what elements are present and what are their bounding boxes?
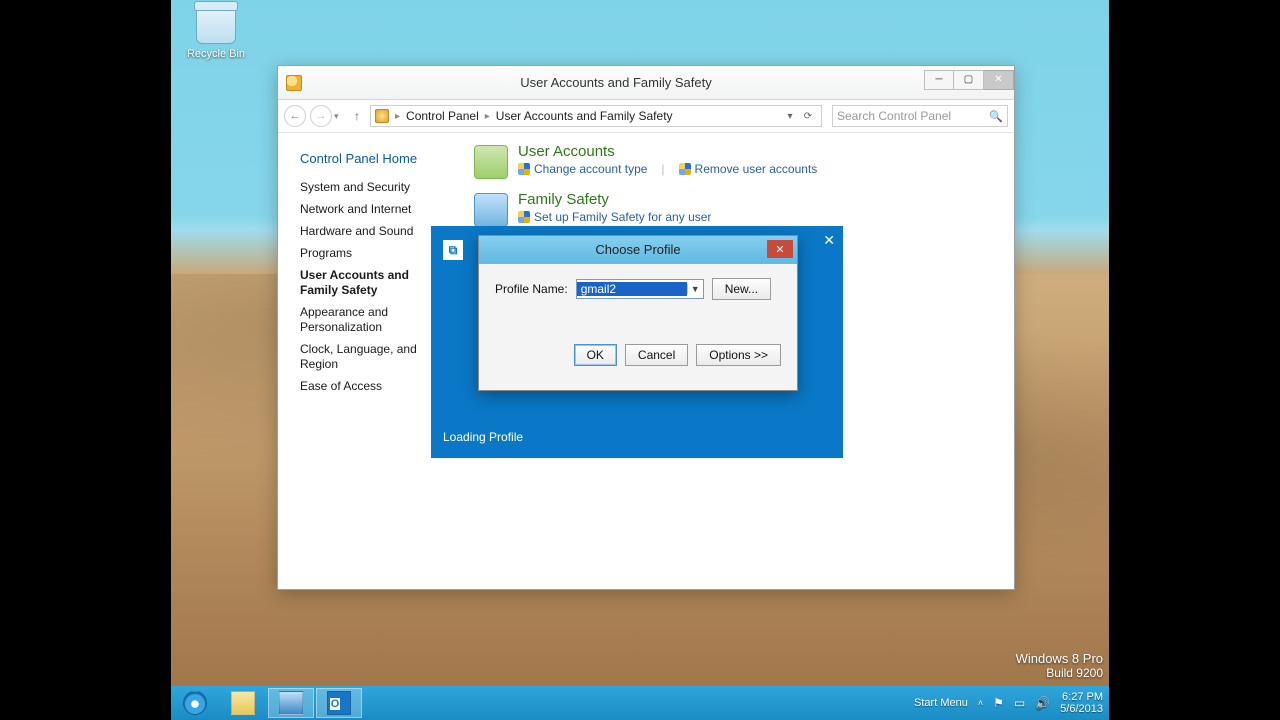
shield-icon bbox=[518, 211, 530, 223]
sidebar-item-ease-of-access[interactable]: Ease of Access bbox=[300, 379, 442, 394]
control-panel-icon bbox=[279, 691, 303, 715]
dialog-title: Choose Profile bbox=[595, 242, 680, 257]
breadcrumb-icon bbox=[375, 109, 389, 123]
clock-time: 6:27 PM bbox=[1060, 691, 1103, 703]
outlook-icon bbox=[327, 691, 351, 715]
profile-name-label: Profile Name: bbox=[495, 282, 568, 296]
explorer-icon bbox=[231, 691, 255, 715]
taskbar-ie[interactable] bbox=[172, 688, 218, 718]
breadcrumb-item[interactable]: Control Panel bbox=[406, 109, 479, 123]
choose-profile-dialog: Choose Profile ✕ Profile Name: gmail2 ▼ … bbox=[478, 235, 798, 391]
search-placeholder: Search Control Panel bbox=[837, 109, 951, 123]
sidebar-item-appearance[interactable]: Appearance and Personalization bbox=[300, 305, 442, 335]
chevron-down-icon[interactable]: ▼ bbox=[687, 284, 703, 294]
new-profile-button[interactable]: New... bbox=[712, 278, 771, 300]
sidebar-item-system-security[interactable]: System and Security bbox=[300, 180, 442, 195]
desktop-icon-recycle-bin[interactable]: Recycle Bin bbox=[181, 6, 251, 60]
link-change-account-type[interactable]: Change account type bbox=[518, 162, 647, 176]
windows-watermark: Windows 8 Pro Build 9200 bbox=[1016, 651, 1103, 680]
loading-status: Loading Profile bbox=[443, 430, 523, 444]
network-icon[interactable]: ▭ bbox=[1014, 696, 1025, 710]
breadcrumb-item[interactable]: User Accounts and Family Safety bbox=[496, 109, 673, 123]
options-button[interactable]: Options >> bbox=[696, 344, 781, 366]
dialog-close-button[interactable]: ✕ bbox=[767, 240, 793, 258]
breadcrumb[interactable]: ▸ Control Panel ▸ User Accounts and Fami… bbox=[370, 105, 822, 127]
refresh-button[interactable]: ⟳ bbox=[799, 106, 817, 126]
ie-icon bbox=[183, 691, 207, 715]
flag-icon[interactable]: ⚑ bbox=[993, 696, 1004, 710]
dialog-titlebar[interactable]: Choose Profile ✕ bbox=[479, 236, 797, 264]
user-accounts-icon bbox=[474, 145, 508, 179]
desktop: Recycle Bin User Accounts and Family Saf… bbox=[171, 0, 1109, 720]
forward-button[interactable]: → bbox=[310, 105, 332, 127]
close-button[interactable]: ✕ bbox=[984, 70, 1014, 90]
recycle-bin-icon bbox=[196, 6, 236, 44]
watermark-line1: Windows 8 Pro bbox=[1016, 651, 1103, 666]
sidebar-item-hardware-sound[interactable]: Hardware and Sound bbox=[300, 224, 442, 239]
shield-icon bbox=[518, 163, 530, 175]
taskbar[interactable]: Start Menu ˄ ⚑ ▭ 🔊 6:27 PM 5/6/2013 bbox=[171, 686, 1109, 720]
family-safety-icon bbox=[474, 193, 508, 227]
sidebar-item-user-accounts[interactable]: User Accounts and Family Safety bbox=[300, 268, 442, 298]
taskbar-clock[interactable]: 6:27 PM 5/6/2013 bbox=[1060, 691, 1103, 715]
chevron-right-icon: ▸ bbox=[485, 111, 490, 122]
taskbar-outlook[interactable] bbox=[316, 688, 362, 718]
close-icon[interactable]: ✕ bbox=[823, 232, 835, 249]
clock-date: 5/6/2013 bbox=[1060, 703, 1103, 715]
sidebar-item-clock-language[interactable]: Clock, Language, and Region bbox=[300, 342, 442, 372]
window-icon bbox=[286, 75, 302, 91]
sidebar-item-programs[interactable]: Programs bbox=[300, 246, 442, 261]
history-dropdown[interactable]: ▾ bbox=[334, 111, 344, 122]
chevron-right-icon: ▸ bbox=[395, 111, 400, 122]
ok-button[interactable]: OK bbox=[574, 344, 617, 366]
search-icon: 🔍 bbox=[989, 110, 1003, 123]
link-remove-user-accounts[interactable]: Remove user accounts bbox=[679, 162, 818, 176]
link-setup-family-safety[interactable]: Set up Family Safety for any user bbox=[518, 210, 711, 224]
shield-icon bbox=[679, 163, 691, 175]
minimize-button[interactable]: ─ bbox=[924, 70, 954, 90]
tray-overflow-icon[interactable]: ˄ bbox=[978, 698, 983, 708]
search-input[interactable]: Search Control Panel 🔍 bbox=[832, 105, 1008, 127]
watermark-line2: Build 9200 bbox=[1016, 666, 1103, 680]
divider: | bbox=[661, 162, 664, 176]
window-titlebar[interactable]: User Accounts and Family Safety ─ ▢ ✕ bbox=[278, 66, 1014, 100]
control-panel-home-link[interactable]: Control Panel Home bbox=[300, 151, 442, 166]
explorer-nav-bar: ← → ▾ ↑ ▸ Control Panel ▸ User Accounts … bbox=[278, 100, 1014, 133]
profile-name-combobox[interactable]: gmail2 ▼ bbox=[576, 279, 704, 299]
breadcrumb-dropdown[interactable]: ▾ bbox=[781, 106, 799, 126]
up-button[interactable]: ↑ bbox=[348, 109, 366, 123]
profile-name-value: gmail2 bbox=[577, 282, 687, 296]
recycle-bin-label: Recycle Bin bbox=[181, 48, 251, 60]
system-tray: Start Menu ˄ ⚑ ▭ 🔊 6:27 PM 5/6/2013 bbox=[914, 691, 1109, 715]
maximize-button[interactable]: ▢ bbox=[954, 70, 984, 90]
volume-icon[interactable]: 🔊 bbox=[1035, 696, 1050, 710]
cancel-button[interactable]: Cancel bbox=[625, 344, 688, 366]
window-title: User Accounts and Family Safety bbox=[308, 75, 924, 90]
control-panel-sidebar: Control Panel Home System and Security N… bbox=[278, 133, 450, 589]
start-menu-label[interactable]: Start Menu bbox=[914, 697, 968, 709]
taskbar-control-panel[interactable] bbox=[268, 688, 314, 718]
office-logo-icon: ⧉ bbox=[443, 240, 463, 260]
family-safety-heading[interactable]: Family Safety bbox=[518, 191, 711, 208]
user-accounts-heading[interactable]: User Accounts bbox=[518, 143, 817, 160]
back-button[interactable]: ← bbox=[284, 105, 306, 127]
sidebar-item-network-internet[interactable]: Network and Internet bbox=[300, 202, 442, 217]
taskbar-explorer[interactable] bbox=[220, 688, 266, 718]
